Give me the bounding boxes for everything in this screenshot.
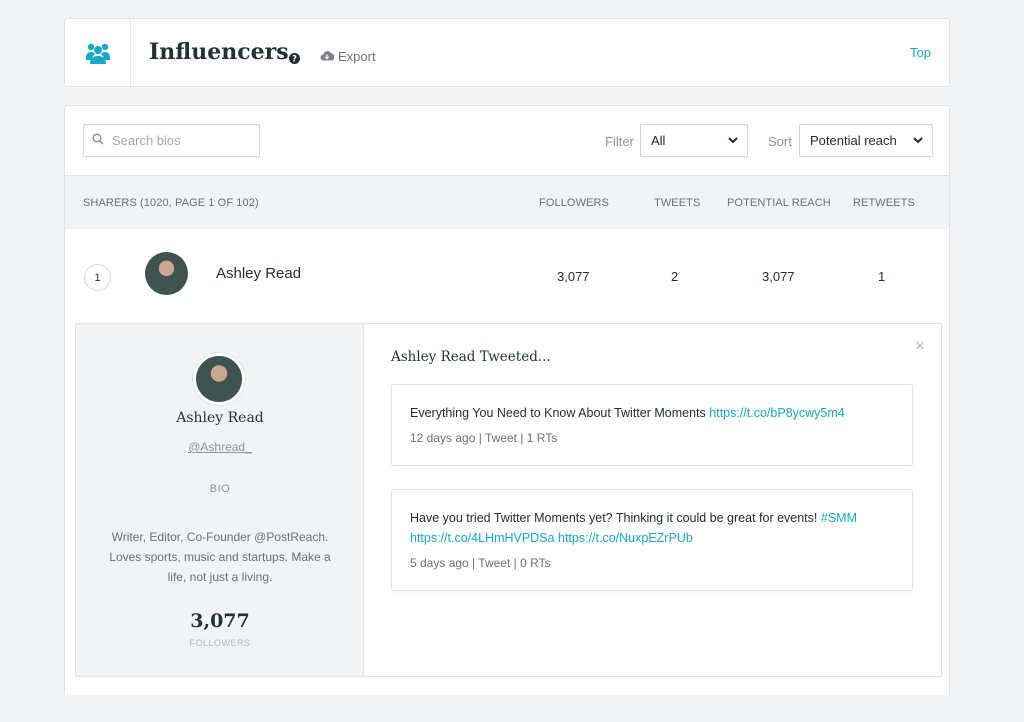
sharers-summary: SHARERS (1020, PAGE 1 OF 102) [83, 197, 259, 209]
rank-badge: 1 [84, 264, 111, 291]
tweet-link[interactable]: https://t.co/4LHmHVPDSa [410, 531, 555, 545]
followers-count: 3,077 [190, 610, 250, 632]
header-bar: Influencers ? Export Top [64, 18, 950, 87]
sharer-detail-panel: Ashley Read @Ashread_ BIO Writer, Editor… [75, 323, 942, 677]
column-followers[interactable]: FOLLOWERS [539, 197, 609, 209]
bio-label: BIO [209, 483, 231, 495]
tweeted-heading: Ashley Read Tweeted... [391, 349, 551, 365]
export-button[interactable]: Export [320, 49, 376, 64]
profile-handle-link[interactable]: @Ashread_ [76, 440, 364, 454]
chevron-down-icon [912, 134, 924, 149]
profile-name: Ashley Read [176, 410, 264, 426]
table-row[interactable]: 1 Ashley Read 3,077 2 3,077 1 Ashley Rea… [65, 229, 949, 677]
tweet-meta: 5 days ago | Tweet | 0 RTs [410, 556, 551, 570]
tweets-value: 2 [671, 269, 679, 284]
tweet-text: Have you tried Twitter Moments yet? Thin… [410, 508, 894, 548]
filter-label: Filter [605, 134, 634, 149]
tweet-meta: 12 days ago | Tweet | 1 RTs [410, 431, 558, 445]
tweet-link[interactable]: https://t.co/bP8ycwy5m4 [709, 406, 844, 420]
hashtag-link[interactable]: #SMM [821, 511, 857, 525]
tweet-card: Have you tried Twitter Moments yet? Thin… [391, 489, 913, 591]
potential-reach-value: 3,077 [762, 269, 795, 284]
profile-card: Ashley Read @Ashread_ BIO Writer, Editor… [76, 324, 364, 676]
tweet-body: Everything You Need to Know About Twitte… [410, 406, 706, 420]
bio-text: Writer, Editor, Co-Founder @PostReach. L… [109, 530, 331, 584]
svg-text:?: ? [292, 55, 297, 64]
filter-select[interactable]: All [640, 124, 748, 157]
tweet-text: Everything You Need to Know About Twitte… [410, 403, 894, 423]
column-retweets[interactable]: RETWEETS [853, 197, 915, 209]
top-link[interactable]: Top [910, 45, 931, 60]
column-potential-reach[interactable]: POTENTIAL REACH [727, 197, 831, 209]
followers-value: 3,077 [557, 269, 590, 284]
help-icon[interactable]: ? [289, 51, 300, 69]
cloud-download-icon [320, 49, 335, 64]
tweet-body: Have you tried Twitter Moments yet? Thin… [410, 511, 818, 525]
filter-value: All [651, 133, 666, 148]
followers-label: FOLLOWERS [189, 638, 251, 648]
search-field[interactable] [83, 124, 260, 157]
table-header: SHARERS (1020, PAGE 1 OF 102) FOLLOWERS … [65, 175, 949, 229]
sort-select[interactable]: Potential reach [799, 124, 933, 157]
sort-label: Sort [768, 134, 792, 149]
export-label: Export [338, 49, 376, 64]
sharer-name[interactable]: Ashley Read [216, 265, 301, 282]
column-tweets[interactable]: TWEETS [654, 197, 700, 209]
tweet-link[interactable]: https://t.co/NuxpEZrPUb [558, 531, 693, 545]
retweets-value: 1 [878, 269, 886, 284]
profile-avatar [193, 353, 245, 405]
close-icon[interactable]: × [915, 336, 925, 356]
sort-value: Potential reach [810, 133, 897, 148]
search-icon [92, 132, 104, 150]
chevron-down-icon [727, 134, 739, 149]
page-title: Influencers [149, 39, 289, 65]
users-icon [65, 19, 131, 86]
avatar [145, 252, 188, 295]
influencers-panel: Filter All Sort Potential reach SHARERS … [64, 105, 950, 695]
tweet-card: Everything You Need to Know About Twitte… [391, 384, 913, 466]
search-input[interactable] [112, 133, 252, 148]
